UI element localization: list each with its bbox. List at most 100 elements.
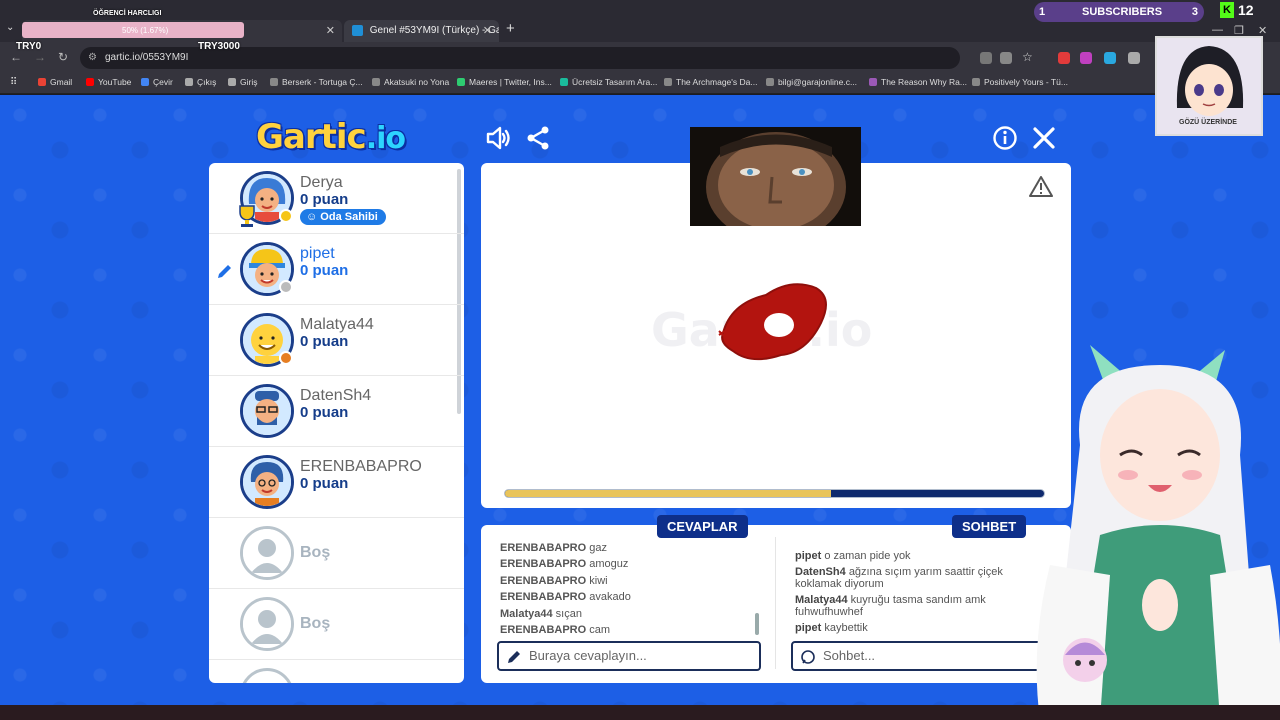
tab-answers[interactable]: CEVAPLAR (657, 515, 748, 538)
bookmark-label: YouTube (98, 77, 132, 87)
message-user: pipet (795, 621, 822, 634)
bookmark-label: Ücretsiz Tasarım Ara... (572, 77, 658, 87)
bookmark-berserk[interactable]: Berserk - Tortuga Ç... (270, 77, 363, 87)
subscriber-start: 1 (1039, 6, 1046, 18)
round-timer-bar (504, 489, 1045, 498)
site-info-icon[interactable]: ⚙ (88, 52, 97, 63)
translate-icon[interactable] (1000, 52, 1012, 64)
tab-inactive[interactable]: 50% (1.67%) ✕ (22, 20, 342, 42)
tab-close-icon[interactable]: ✕ (483, 24, 492, 37)
portrait-caption: GÖZÜ ÜZERİNDE (1179, 119, 1237, 126)
player-row-erenbabapro[interactable]: ERENBABAPRO 0 puan (209, 447, 464, 518)
list-item: ERENBABAPRO kiwi (500, 573, 760, 589)
bookmark-label: Maeres | Twitter, Ins... (469, 77, 552, 87)
player-list: Derya 0 puan ☺ Oda Sahibi pipet 0 puan M… (209, 163, 464, 683)
avatar (240, 455, 294, 509)
avatar (240, 384, 294, 438)
bookmark-cevir[interactable]: Çevir (141, 77, 173, 87)
message-text: amoguz (589, 558, 629, 571)
close-game-icon[interactable] (1031, 125, 1057, 151)
player-row-pipet[interactable]: pipet 0 puan (209, 234, 464, 305)
crown-icon: ☺ (306, 211, 321, 223)
vtuber-portrait: GÖZÜ ÜZERİNDE (1155, 36, 1263, 136)
round-timer-fill (505, 490, 832, 497)
forward-icon[interactable]: → (34, 50, 46, 64)
overlay-try-left: TRY0 (16, 41, 42, 52)
back-icon[interactable]: ← (10, 50, 22, 64)
message-user: ERENBABAPRO (500, 542, 587, 554)
share-icon[interactable] (525, 125, 551, 151)
player-name: Malatya44 (300, 316, 374, 333)
bookmark-archmage[interactable]: The Archmage's Da... (664, 77, 757, 87)
subscriber-label: SUBSCRIBERS (1082, 6, 1163, 18)
overlay-goal-label: ÖĞRENCİ HARCLIGI (93, 10, 162, 17)
player-row-datensh4[interactable]: DatenSh4 0 puan (209, 376, 464, 447)
answer-placeholder: Buraya cevaplayın... (529, 648, 647, 663)
bookmark-maeres[interactable]: Maeres | Twitter, Ins... (457, 77, 552, 87)
tab-close-icon[interactable]: ✕ (326, 24, 335, 37)
bookmark-label: Çevir (153, 77, 173, 87)
apps-icon[interactable]: ⠿ (10, 77, 17, 88)
bookmark-youtube[interactable]: YouTube (86, 77, 131, 87)
message-text: o zaman pide yok (824, 550, 911, 562)
bookmarks-bar: ⠿ Gmail YouTube Çevir Çıkış Giriş Berser… (0, 72, 1280, 94)
bookmark-positively[interactable]: Positively Yours - Tü... (972, 77, 1068, 87)
kick-count: 12 (1238, 2, 1254, 18)
cast-icon[interactable] (980, 52, 992, 64)
url-text: gartic.io/0553YM9I (105, 52, 189, 63)
message-user: pipet (795, 550, 822, 562)
chat-placeholder: Sohbet... (823, 648, 876, 663)
tab-search-icon[interactable]: ⌄ (6, 22, 20, 36)
player-score: 0 puan (300, 404, 349, 421)
reload-icon[interactable]: ↻ (58, 50, 68, 64)
player-score: 0 puan (300, 475, 349, 492)
bookmark-label: Giriş (240, 77, 258, 87)
info-icon[interactable] (992, 125, 1018, 151)
player-name: DatenSh4 (300, 387, 372, 404)
message-user: Malatya44 (795, 593, 848, 606)
bookmark-tasarim[interactable]: Ücretsiz Tasarım Ara... (560, 77, 657, 87)
message-user: ERENBABAPRO (500, 558, 587, 571)
message-user: ERENBABAPRO (500, 574, 587, 587)
answer-input[interactable]: Buraya cevaplayın... (497, 641, 761, 671)
trophy-icon (239, 205, 255, 227)
bookmark-label: bilgi@garajonline.c... (778, 77, 858, 87)
room-owner-badge: ☺ Oda Sahibi (300, 209, 386, 225)
browser-tab-bar: ⌄ 50% (1.67%) ✕ Genel #53YM9I (Türkçe) -… (0, 0, 1280, 42)
minimize-icon[interactable]: — (1212, 24, 1223, 36)
list-item: Malatya44 sıçan (500, 606, 760, 622)
tab-active[interactable]: Genel #53YM9I (Türkçe) - Gartic ✕ (344, 20, 499, 42)
kick-counter: K 12 (1220, 2, 1260, 22)
bookmark-gmail[interactable]: Gmail (38, 77, 72, 87)
extension-icon[interactable] (1104, 52, 1116, 64)
extension-icon[interactable] (1128, 52, 1140, 64)
kick-icon: K (1220, 2, 1234, 18)
sound-icon[interactable] (485, 125, 511, 151)
bookmark-label: Çıkış (197, 77, 217, 87)
message-user: DatenSh4 (795, 565, 846, 578)
bookmark-star-icon[interactable]: ☆ (1022, 50, 1033, 64)
message-text: sıçan (555, 607, 582, 620)
player-row-derya[interactable]: Derya 0 puan ☺ Oda Sahibi (209, 163, 464, 234)
report-warning-icon[interactable] (1029, 175, 1053, 197)
empty-slot-label: Boş (300, 544, 331, 561)
player-score: 0 puan (300, 262, 349, 279)
extension-icon[interactable] (1058, 52, 1070, 64)
bookmark-garaj[interactable]: bilgi@garajonline.c... (766, 77, 857, 87)
bookmark-label: The Reason Why Ra... (881, 77, 967, 87)
new-tab-icon[interactable]: + (506, 20, 515, 37)
list-item: ERENBABAPRO amoguz (500, 556, 760, 572)
player-row-malatya44[interactable]: Malatya44 0 puan (209, 305, 464, 376)
bookmark-giris[interactable]: Giriş (228, 77, 257, 87)
bookmark-yona[interactable]: Akatsuki no Yona (372, 77, 449, 87)
pencil-icon (508, 651, 520, 663)
extension-icon[interactable] (1080, 52, 1092, 64)
bookmark-cikis[interactable]: Çıkış (185, 77, 216, 87)
tab-title: Genel #53YM9I (Türkçe) - Gartic (369, 25, 499, 37)
bookmark-label: Gmail (50, 77, 73, 87)
list-item: ERENBABAPRO avakado (500, 589, 760, 605)
answers-scrollbar[interactable] (755, 613, 759, 635)
bookmark-reason[interactable]: The Reason Why Ra... (869, 77, 967, 87)
bookmark-label: Positively Yours - Tü... (984, 77, 1068, 87)
player-name: ERENBABAPRO (300, 458, 422, 475)
